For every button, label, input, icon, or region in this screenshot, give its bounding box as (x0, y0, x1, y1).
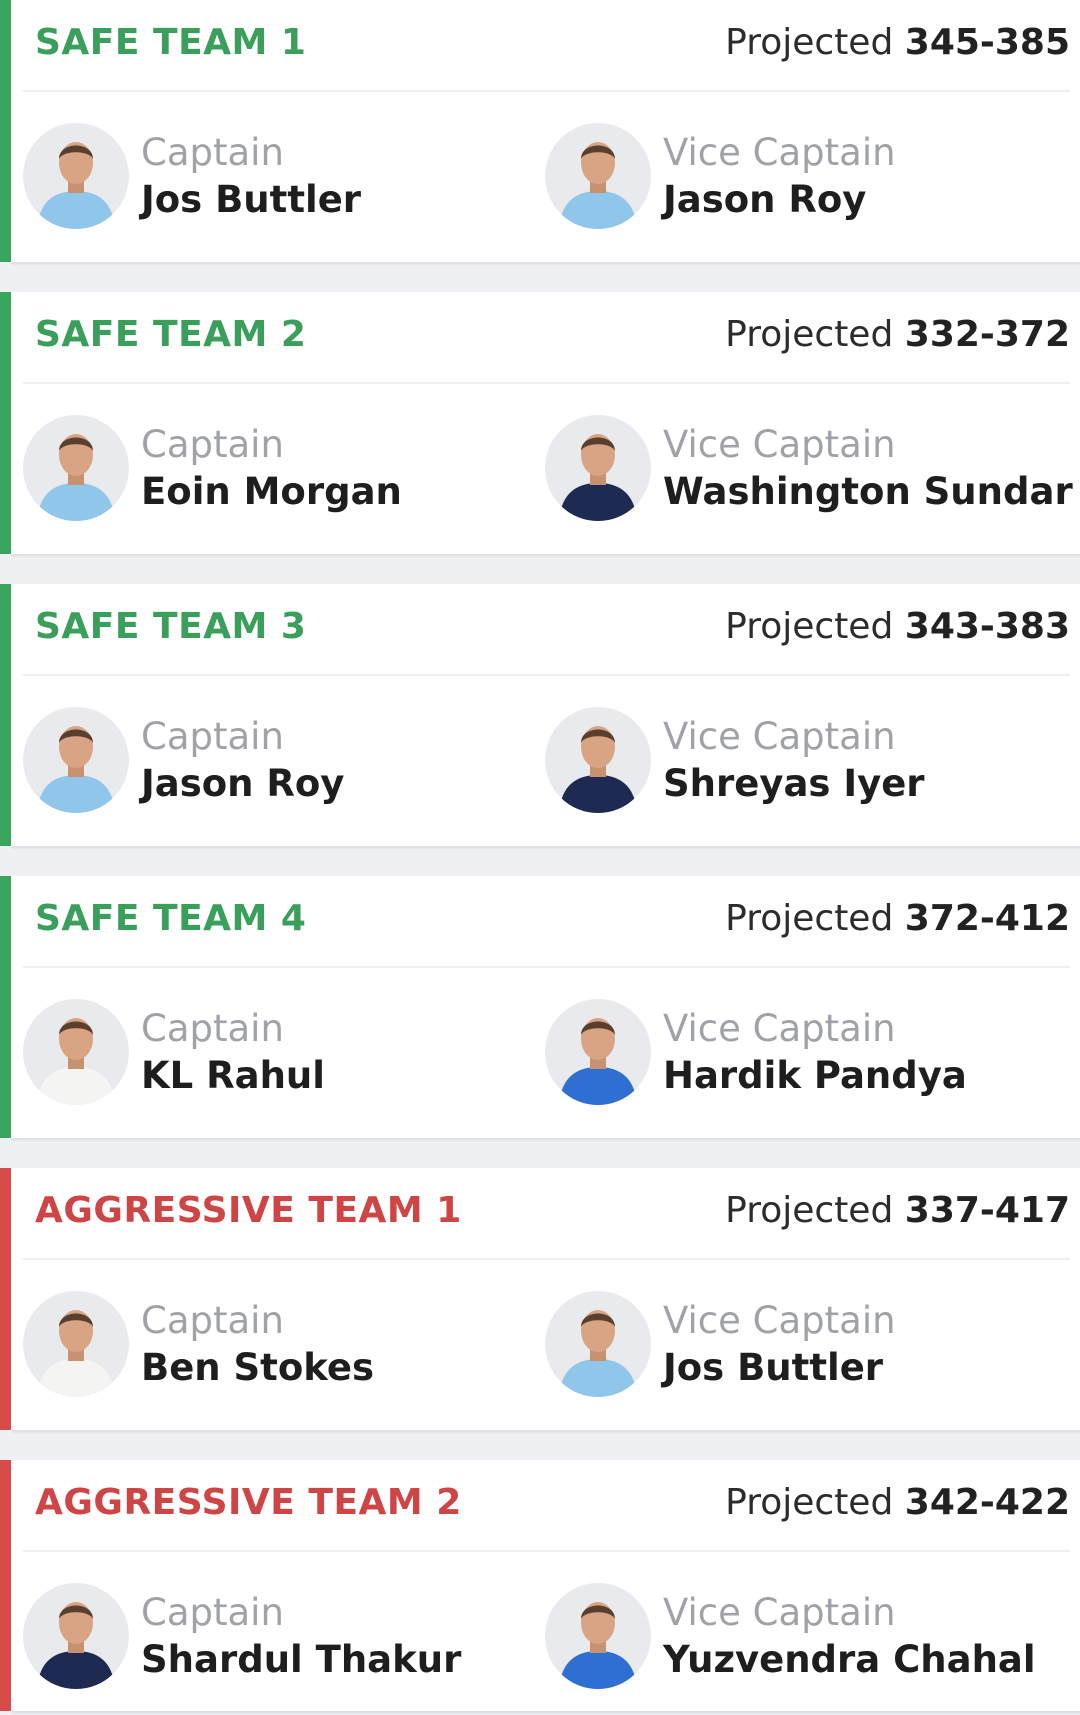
player-silhouette-icon (37, 142, 115, 229)
projected-range: 337-417 (904, 1190, 1070, 1231)
captain-slot[interactable]: Captain KL Rahul (23, 999, 523, 1105)
team-title: SAFE TEAM 2 (35, 314, 307, 355)
player-name: Jason Roy (663, 178, 867, 221)
role-label: Vice Captain (663, 423, 896, 466)
team-card[interactable]: SAFE TEAM 3 Projected 343-383 Captain Ja… (0, 584, 1080, 850)
player-name: Jos Buttler (141, 178, 362, 221)
player-avatar (545, 1291, 651, 1397)
projected-points: Projected 343-383 (725, 604, 1070, 650)
player-silhouette-icon (559, 726, 637, 813)
player-avatar (23, 1583, 129, 1689)
player-name: Eoin Morgan (141, 470, 402, 513)
player-silhouette-icon (559, 142, 637, 229)
player-name: Ben Stokes (141, 1346, 375, 1389)
projected-points: Projected 372-412 (725, 896, 1070, 942)
role-label: Captain (141, 715, 284, 758)
role-label: Vice Captain (663, 1591, 896, 1634)
team-card[interactable]: SAFE TEAM 2 Projected 332-372 Captain Eo… (0, 292, 1080, 558)
vice-captain-slot[interactable]: Vice Captain Jason Roy (545, 123, 1045, 229)
role-label: Captain (141, 1591, 284, 1634)
team-suggestions-list: SAFE TEAM 1 Projected 345-385 Captain Jo… (0, 0, 1080, 1715)
player-silhouette-icon (559, 1310, 637, 1397)
projected-label: Projected (725, 314, 894, 355)
role-label: Vice Captain (663, 131, 896, 174)
projected-range: 343-383 (904, 606, 1070, 647)
captain-slot[interactable]: Captain Jos Buttler (23, 123, 523, 229)
player-avatar (545, 999, 651, 1105)
projected-label: Projected (725, 1190, 894, 1231)
team-title: AGGRESSIVE TEAM 1 (35, 1190, 462, 1231)
team-title: SAFE TEAM 1 (35, 22, 307, 63)
team-card[interactable]: SAFE TEAM 1 Projected 345-385 Captain Jo… (0, 0, 1080, 266)
projected-range: 332-372 (904, 314, 1070, 355)
player-silhouette-icon (559, 1018, 637, 1105)
projected-points: Projected 342-422 (725, 1480, 1070, 1526)
team-card[interactable]: SAFE TEAM 4 Projected 372-412 Captain KL… (0, 876, 1080, 1142)
player-silhouette-icon (37, 1310, 115, 1397)
role-label: Vice Captain (663, 715, 896, 758)
player-name: Jos Buttler (663, 1346, 884, 1389)
player-name: Jason Roy (141, 762, 345, 805)
role-label: Vice Captain (663, 1299, 896, 1342)
captain-slot[interactable]: Captain Eoin Morgan (23, 415, 523, 521)
vice-captain-slot[interactable]: Vice Captain Shreyas Iyer (545, 707, 1045, 813)
projected-label: Projected (725, 606, 894, 647)
player-name: Shreyas Iyer (663, 762, 925, 805)
player-silhouette-icon (559, 1602, 637, 1689)
team-card-header: SAFE TEAM 3 Projected 343-383 (23, 584, 1070, 676)
player-silhouette-icon (37, 1602, 115, 1689)
vice-captain-slot[interactable]: Vice Captain Washington Sundar (545, 415, 1073, 521)
role-label: Captain (141, 423, 284, 466)
player-avatar (545, 1583, 651, 1689)
team-card-header: SAFE TEAM 4 Projected 372-412 (23, 876, 1070, 968)
player-name: Shardul Thakur (141, 1638, 462, 1681)
vice-captain-slot[interactable]: Vice Captain Yuzvendra Chahal (545, 1583, 1045, 1689)
projected-label: Projected (725, 898, 894, 939)
player-name: Washington Sundar (663, 470, 1073, 513)
player-avatar (23, 123, 129, 229)
player-name: KL Rahul (141, 1054, 325, 1097)
team-card[interactable]: AGGRESSIVE TEAM 1 Projected 337-417 Capt… (0, 1168, 1080, 1434)
player-avatar (23, 999, 129, 1105)
team-title: SAFE TEAM 4 (35, 898, 307, 939)
projected-points: Projected 332-372 (725, 312, 1070, 358)
team-title: SAFE TEAM 3 (35, 606, 307, 647)
team-card[interactable]: AGGRESSIVE TEAM 2 Projected 342-422 Capt… (0, 1460, 1080, 1715)
player-avatar (23, 1291, 129, 1397)
role-label: Vice Captain (663, 1007, 896, 1050)
projected-points: Projected 345-385 (725, 20, 1070, 66)
team-card-header: AGGRESSIVE TEAM 2 Projected 342-422 (23, 1460, 1070, 1552)
captain-slot[interactable]: Captain Ben Stokes (23, 1291, 523, 1397)
projected-points: Projected 337-417 (725, 1188, 1070, 1234)
player-silhouette-icon (37, 1018, 115, 1105)
player-avatar (545, 415, 651, 521)
player-silhouette-icon (37, 726, 115, 813)
player-name: Hardik Pandya (663, 1054, 967, 1097)
captain-slot[interactable]: Captain Shardul Thakur (23, 1583, 523, 1689)
player-avatar (23, 415, 129, 521)
team-card-header: AGGRESSIVE TEAM 1 Projected 337-417 (23, 1168, 1070, 1260)
projected-range: 372-412 (904, 898, 1070, 939)
vice-captain-slot[interactable]: Vice Captain Jos Buttler (545, 1291, 1045, 1397)
player-silhouette-icon (559, 434, 637, 521)
role-label: Captain (141, 1007, 284, 1050)
team-card-header: SAFE TEAM 1 Projected 345-385 (23, 0, 1070, 92)
projected-label: Projected (725, 22, 894, 63)
player-avatar (23, 707, 129, 813)
player-name: Yuzvendra Chahal (663, 1638, 1036, 1681)
vice-captain-slot[interactable]: Vice Captain Hardik Pandya (545, 999, 1045, 1105)
captain-slot[interactable]: Captain Jason Roy (23, 707, 523, 813)
team-card-header: SAFE TEAM 2 Projected 332-372 (23, 292, 1070, 384)
player-avatar (545, 707, 651, 813)
team-title: AGGRESSIVE TEAM 2 (35, 1482, 462, 1523)
role-label: Captain (141, 131, 284, 174)
projected-range: 345-385 (904, 22, 1070, 63)
player-avatar (545, 123, 651, 229)
role-label: Captain (141, 1299, 284, 1342)
projected-label: Projected (725, 1482, 894, 1523)
player-silhouette-icon (37, 434, 115, 521)
projected-range: 342-422 (904, 1482, 1070, 1523)
